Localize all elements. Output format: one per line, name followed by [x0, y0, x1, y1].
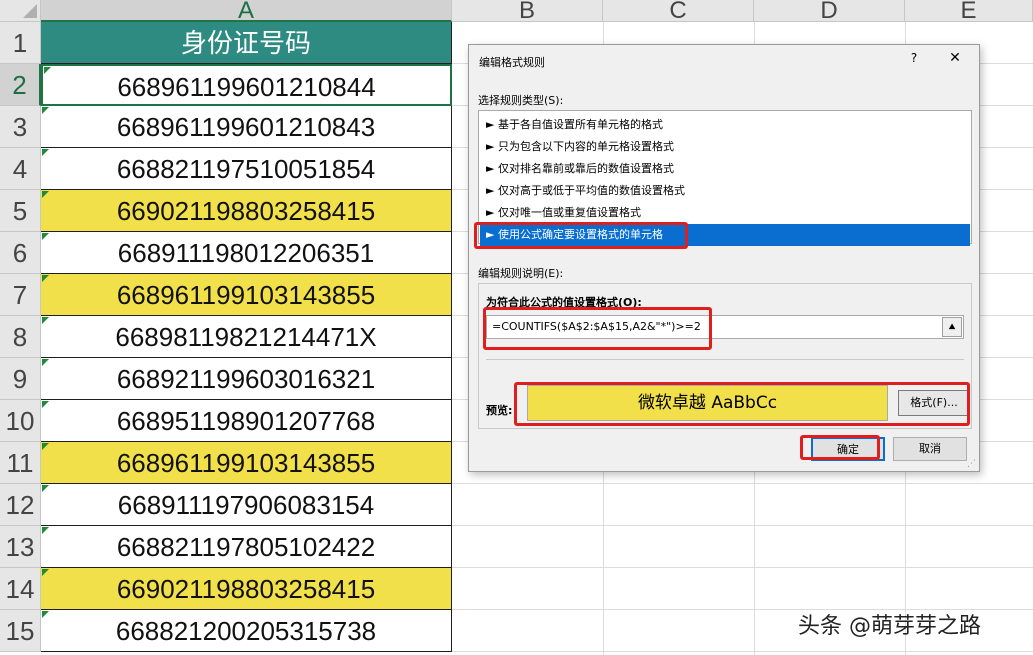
- table-cell[interactable]: 669021198803258415: [41, 568, 452, 610]
- row-header[interactable]: 2: [0, 64, 41, 106]
- column-header-a[interactable]: A: [41, 0, 452, 22]
- annotation-preview: [514, 382, 970, 426]
- table-cell[interactable]: 668961199103143855: [41, 442, 452, 484]
- table-cell[interactable]: 668961199103143855: [41, 274, 452, 316]
- table-cell[interactable]: 668911198012206351: [41, 232, 452, 274]
- row-header[interactable]: 15: [0, 610, 41, 652]
- row-header[interactable]: 4: [0, 148, 41, 190]
- gridline: [452, 651, 1033, 652]
- table-cell[interactable]: 668921199603016321: [41, 358, 452, 400]
- preview-label: 预览:: [486, 404, 513, 417]
- error-indicator-icon: [42, 107, 49, 114]
- dialog-title: 编辑格式规则: [479, 56, 545, 69]
- rule-type-item[interactable]: ► 基于各自值设置所有单元格的格式: [480, 114, 970, 136]
- annotation-formula: [483, 307, 712, 350]
- table-cell[interactable]: 668821197805102422: [41, 526, 452, 568]
- description-label: 编辑规则说明(E):: [478, 267, 564, 280]
- error-indicator-icon: [42, 233, 49, 240]
- annotation-rule-type: [474, 222, 688, 249]
- divider: [486, 359, 964, 360]
- help-button[interactable]: ?: [906, 51, 922, 67]
- error-indicator-icon: [42, 527, 49, 534]
- rule-type-item[interactable]: ► 仅对高于或低于平均值的数值设置格式: [480, 180, 970, 202]
- error-indicator-icon: [42, 569, 49, 576]
- annotation-ok: [800, 435, 880, 460]
- error-indicator-icon: [44, 67, 51, 74]
- error-indicator-icon: [42, 191, 49, 198]
- resize-grip-icon[interactable]: ⋰: [967, 459, 977, 469]
- header-cell[interactable]: 身份证号码: [41, 22, 452, 64]
- watermark: 头条 @萌芽芽之路: [798, 614, 981, 639]
- row-header[interactable]: 3: [0, 106, 41, 148]
- error-indicator-icon: [42, 443, 49, 450]
- select-all-icon: [23, 4, 37, 18]
- table-cell[interactable]: 668821197510051854: [41, 148, 452, 190]
- error-indicator-icon: [42, 317, 49, 324]
- row-header[interactable]: 8: [0, 316, 41, 358]
- column-header-d[interactable]: D: [754, 0, 905, 22]
- table-cell[interactable]: 668961199601210843: [41, 106, 452, 148]
- row-header[interactable]: 10: [0, 400, 41, 442]
- table-cell[interactable]: 669021198803258415: [41, 190, 452, 232]
- column-header-c[interactable]: C: [603, 0, 754, 22]
- row-header[interactable]: 13: [0, 526, 41, 568]
- error-indicator-icon: [42, 401, 49, 408]
- table-cell[interactable]: 668951198901207768: [41, 400, 452, 442]
- error-indicator-icon: [42, 611, 49, 618]
- gridline: [452, 567, 1033, 568]
- cancel-button[interactable]: 取消: [893, 437, 967, 461]
- column-header-b[interactable]: B: [452, 0, 603, 22]
- error-indicator-icon: [42, 149, 49, 156]
- row-header[interactable]: 1: [0, 22, 41, 64]
- row-header[interactable]: 11: [0, 442, 41, 484]
- row-header[interactable]: 14: [0, 568, 41, 610]
- error-indicator-icon: [42, 485, 49, 492]
- select-all-corner[interactable]: [0, 0, 41, 22]
- close-icon[interactable]: ✕: [946, 50, 964, 68]
- error-indicator-icon: [42, 359, 49, 366]
- active-cell[interactable]: 668961199601210844: [41, 64, 452, 106]
- row-header[interactable]: 7: [0, 274, 41, 316]
- error-indicator-icon: [42, 275, 49, 282]
- gridline: [452, 483, 1033, 484]
- row-header[interactable]: 6: [0, 232, 41, 274]
- table-cell[interactable]: 668911197906083154: [41, 484, 452, 526]
- table-cell[interactable]: 66898119821214471X: [41, 316, 452, 358]
- rule-type-label: 选择规则类型(S):: [478, 94, 564, 107]
- collapse-dialog-icon[interactable]: ⯅: [942, 317, 962, 337]
- rule-type-item[interactable]: ► 只为包含以下内容的单元格设置格式: [480, 136, 970, 158]
- table-cell[interactable]: 668821200205315738: [41, 610, 452, 652]
- row-header[interactable]: 12: [0, 484, 41, 526]
- row-header[interactable]: 9: [0, 358, 41, 400]
- row-header[interactable]: 5: [0, 190, 41, 232]
- rule-type-item[interactable]: ► 仅对唯一值或重复值设置格式: [480, 202, 970, 224]
- column-header-e[interactable]: E: [905, 0, 1033, 22]
- gridline: [452, 525, 1033, 526]
- rule-type-item[interactable]: ► 仅对排名靠前或靠后的数值设置格式: [480, 158, 970, 180]
